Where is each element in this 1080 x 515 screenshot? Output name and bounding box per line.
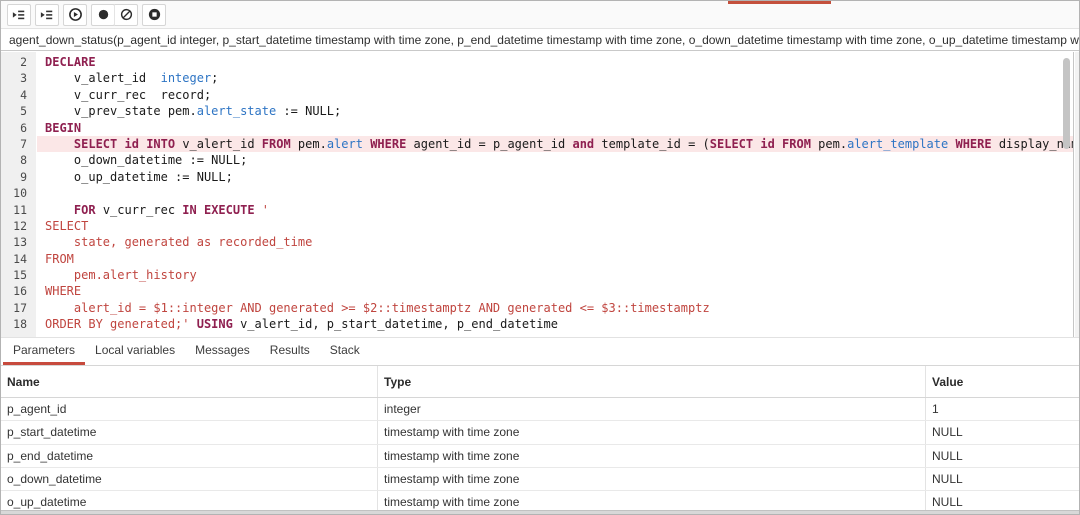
table-cell: p_start_datetime [1, 421, 378, 443]
table-cell: timestamp with time zone [378, 491, 926, 510]
table-cell: NULL [926, 468, 1079, 490]
table-cell: integer [378, 398, 926, 420]
line-number[interactable]: 12 [1, 218, 36, 234]
code-line[interactable]: v_curr_rec record; [37, 87, 1073, 103]
table-row: o_down_datetimetimestamp with time zoneN… [1, 468, 1079, 491]
table-cell: NULL [926, 421, 1079, 443]
table-header-row: NameTypeValue [1, 365, 1079, 398]
bottom-border-strip [1, 510, 1079, 514]
line-number[interactable]: 15 [1, 267, 36, 283]
code-line[interactable]: FROM [37, 251, 1073, 267]
table-cell: o_up_datetime [1, 491, 378, 510]
line-number[interactable]: 13 [1, 234, 36, 250]
line-number[interactable]: 14 [1, 251, 36, 267]
code-line[interactable] [37, 185, 1073, 201]
line-number[interactable]: 6 [1, 120, 36, 136]
table-cell: timestamp with time zone [378, 445, 926, 467]
continue-icon [68, 7, 83, 22]
line-number[interactable]: 17 [1, 300, 36, 316]
stop-icon [147, 7, 162, 22]
debug-toolbar [1, 1, 1079, 29]
code-line[interactable]: ORDER BY generated;' USING v_alert_id, p… [37, 316, 1073, 332]
line-number[interactable]: 18 [1, 316, 36, 332]
line-number[interactable]: 7 [1, 136, 36, 152]
line-number[interactable]: 10 [1, 185, 36, 201]
clear-breakpoints-button[interactable] [114, 4, 138, 26]
line-number[interactable]: 2 [1, 54, 36, 70]
code-line[interactable]: v_alert_id integer; [37, 70, 1073, 86]
active-tab-accent-bar [728, 1, 831, 4]
code-line[interactable]: FOR v_curr_rec IN EXECUTE ' [37, 202, 1073, 218]
step-over-icon [40, 8, 54, 22]
editor-gutter[interactable]: 23456789101112131415161718 [1, 52, 36, 337]
tab-local-variables[interactable]: Local variables [85, 338, 185, 365]
breakpoint-icon [96, 7, 111, 22]
table-cell: NULL [926, 445, 1079, 467]
column-header: Type [378, 366, 926, 397]
table-cell: timestamp with time zone [378, 468, 926, 490]
line-number[interactable]: 8 [1, 152, 36, 168]
table-cell: o_down_datetime [1, 468, 378, 490]
line-number[interactable]: 16 [1, 283, 36, 299]
parameters-table: NameTypeValuep_agent_idinteger1p_start_d… [1, 365, 1079, 510]
line-number[interactable]: 4 [1, 87, 36, 103]
vertical-scrollbar-thumb[interactable] [1063, 58, 1070, 149]
step-into-button[interactable] [7, 4, 31, 26]
tab-results[interactable]: Results [260, 338, 320, 365]
step-over-button[interactable] [35, 4, 59, 26]
table-row: p_agent_idinteger1 [1, 398, 1079, 421]
continue-button[interactable] [63, 4, 87, 26]
debugger-window: agent_down_status(p_agent_id integer, p_… [0, 0, 1080, 515]
tab-messages[interactable]: Messages [185, 338, 260, 365]
tab-stack[interactable]: Stack [320, 338, 370, 365]
code-line[interactable]: DECLARE [37, 54, 1073, 70]
editor-code[interactable]: DECLARE v_alert_id integer; v_curr_rec r… [37, 52, 1073, 333]
tab-parameters[interactable]: Parameters [3, 338, 85, 365]
editor-right-margin [1075, 52, 1079, 337]
line-number[interactable]: 9 [1, 169, 36, 185]
table-cell: NULL [926, 491, 1079, 510]
code-line[interactable]: pem.alert_history [37, 267, 1073, 283]
debugger-tabbar: ParametersLocal variablesMessagesResults… [1, 337, 1079, 365]
line-number[interactable]: 3 [1, 70, 36, 86]
table-cell: timestamp with time zone [378, 421, 926, 443]
clear-breakpoints-icon [119, 7, 134, 22]
code-line[interactable]: state, generated as recorded_time [37, 234, 1073, 250]
table-row: p_end_datetimetimestamp with time zoneNU… [1, 445, 1079, 468]
column-header: Name [1, 366, 378, 397]
line-number[interactable]: 5 [1, 103, 36, 119]
code-line[interactable]: SELECT [37, 218, 1073, 234]
code-line[interactable]: o_up_datetime := NULL; [37, 169, 1073, 185]
code-line[interactable]: alert_id = $1::integer AND generated >= … [37, 300, 1073, 316]
code-line[interactable]: BEGIN [37, 120, 1073, 136]
table-row: o_up_datetimetimestamp with time zoneNUL… [1, 491, 1079, 510]
table-cell: p_end_datetime [1, 445, 378, 467]
toggle-breakpoint-button[interactable] [91, 4, 115, 26]
code-line[interactable]: WHERE [37, 283, 1073, 299]
code-line[interactable]: o_down_datetime := NULL; [37, 152, 1073, 168]
stop-button[interactable] [142, 4, 166, 26]
step-into-icon [12, 8, 26, 22]
line-number[interactable]: 11 [1, 202, 36, 218]
function-signature: agent_down_status(p_agent_id integer, p_… [1, 30, 1079, 51]
code-editor[interactable]: 23456789101112131415161718 DECLARE v_ale… [1, 52, 1074, 337]
code-line[interactable]: v_prev_state pem.alert_state := NULL; [37, 103, 1073, 119]
table-cell: 1 [926, 398, 1079, 420]
code-line-current[interactable]: SELECT id INTO v_alert_id FROM pem.alert… [37, 136, 1073, 152]
table-cell: p_agent_id [1, 398, 378, 420]
table-row: p_start_datetimetimestamp with time zone… [1, 421, 1079, 444]
column-header: Value [926, 366, 1079, 397]
